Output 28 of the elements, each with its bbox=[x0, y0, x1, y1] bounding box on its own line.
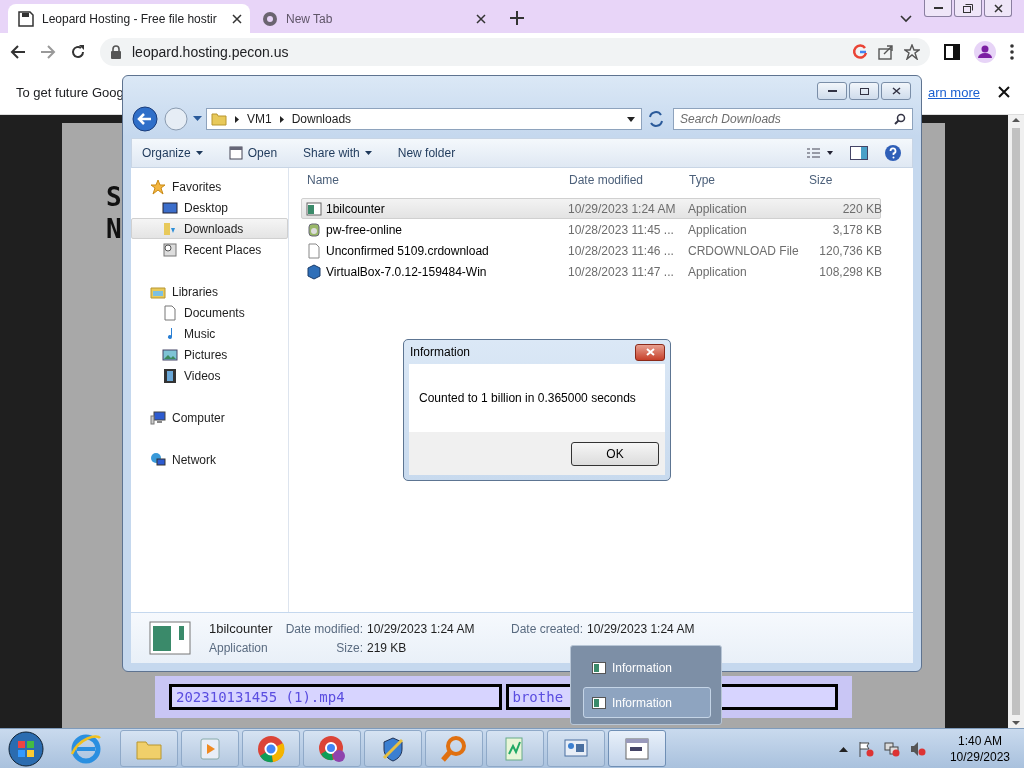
dialog-title: Information bbox=[409, 345, 471, 359]
date-cell-text: 10/28/2023 11:47 ... bbox=[567, 264, 675, 279]
type-cell-text: CRDOWNLOAD File bbox=[687, 243, 800, 258]
field-value: 219 KB bbox=[367, 640, 408, 655]
file-type: Application bbox=[209, 640, 269, 655]
field-label: Date modified: bbox=[284, 621, 363, 636]
field-label: Size: bbox=[335, 640, 363, 655]
size-cell-text: 108,298 KB bbox=[818, 264, 882, 279]
type-cell-text: Application bbox=[687, 222, 748, 237]
type-cell-text: Application bbox=[687, 264, 748, 279]
file-name: 1bilcounter bbox=[209, 621, 274, 636]
file-name: pw-free-online bbox=[302, 221, 564, 238]
field-value: 10/29/2023 1:24 AM bbox=[367, 621, 476, 636]
heading-letter: N bbox=[106, 215, 122, 243]
field-label: Date created: bbox=[511, 621, 583, 636]
dialog-message: Counted to 1 billion in 0.365000 seconds bbox=[418, 390, 637, 407]
file-name: 1bilcounter bbox=[302, 200, 564, 217]
size-cell-text: 220 KB bbox=[841, 201, 882, 216]
date-cell-text: 10/29/2023 1:24 AM bbox=[567, 201, 677, 216]
size-cell-text: 3,178 KB bbox=[831, 222, 882, 237]
date-cell-text: 10/28/2023 11:45 ... bbox=[567, 222, 675, 237]
file-name: VirtualBox-7.0.12-159484-Win bbox=[302, 263, 564, 280]
field-value: 10/29/2023 1:24 AM bbox=[587, 621, 696, 636]
file-name: Unconfirmed 5109.crdownload bbox=[302, 242, 564, 259]
heading-letter: S bbox=[106, 183, 122, 211]
date-cell-text: 10/28/2023 11:46 ... bbox=[567, 243, 675, 258]
size-cell-text: 120,736 KB bbox=[818, 243, 882, 258]
type-cell-text: Application bbox=[687, 201, 748, 216]
